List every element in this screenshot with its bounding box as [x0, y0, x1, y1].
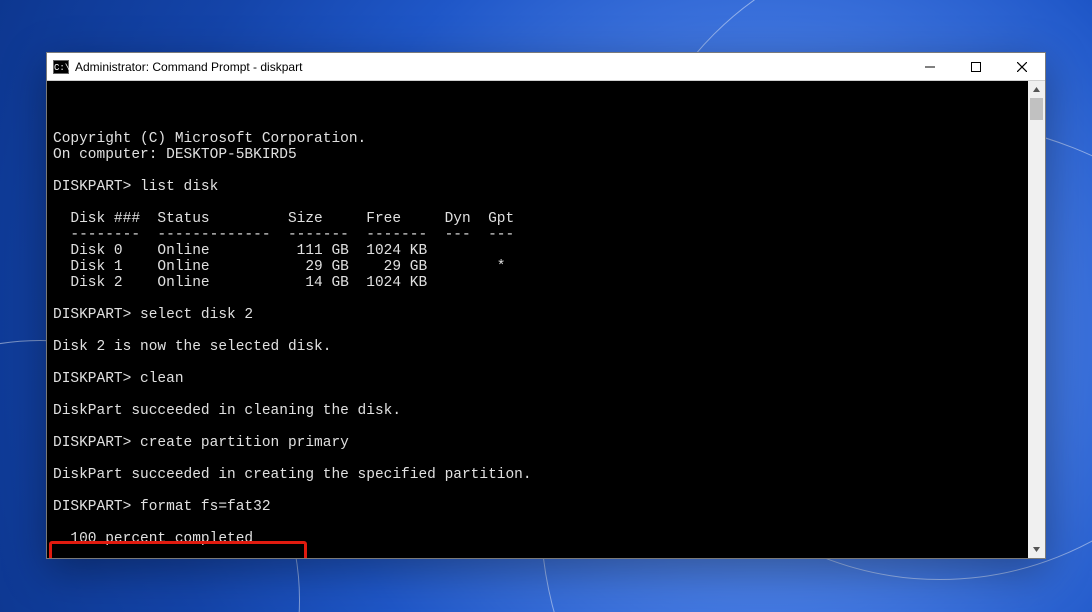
terminal-line — [53, 515, 1028, 531]
titlebar[interactable]: C:\ Administrator: Command Prompt - disk… — [47, 53, 1045, 81]
terminal-line — [53, 163, 1028, 179]
terminal-line: Disk 2 Online 14 GB 1024 KB — [53, 275, 1028, 291]
terminal-line — [53, 419, 1028, 435]
terminal-line: DISKPART> clean — [53, 371, 1028, 387]
terminal-line: Disk 0 Online 111 GB 1024 KB — [53, 243, 1028, 259]
terminal-line: DiskPart succeeded in cleaning the disk. — [53, 403, 1028, 419]
scrollbar-thumb[interactable] — [1030, 98, 1043, 120]
maximize-button[interactable] — [953, 53, 999, 81]
terminal-line: DISKPART> list disk — [53, 179, 1028, 195]
terminal-line — [53, 291, 1028, 307]
scrollbar-track[interactable] — [1028, 98, 1045, 541]
terminal-line — [53, 387, 1028, 403]
terminal-line: Disk ### Status Size Free Dyn Gpt — [53, 211, 1028, 227]
terminal-line: DiskPart succeeded in creating the speci… — [53, 467, 1028, 483]
terminal-line: On computer: DESKTOP-5BKIRD5 — [53, 147, 1028, 163]
terminal-line — [53, 195, 1028, 211]
terminal-line: DISKPART> select disk 2 — [53, 307, 1028, 323]
terminal-line — [53, 547, 1028, 558]
terminal-line — [53, 323, 1028, 339]
terminal-line: Copyright (C) Microsoft Corporation. — [53, 131, 1028, 147]
terminal-line: DISKPART> create partition primary — [53, 435, 1028, 451]
terminal-line: 100 percent completed — [53, 531, 1028, 547]
terminal-line: -------- ------------- ------- ------- -… — [53, 227, 1028, 243]
window-title: Administrator: Command Prompt - diskpart — [75, 60, 302, 74]
terminal-line — [53, 355, 1028, 371]
cmd-icon: C:\ — [53, 60, 69, 74]
terminal-output[interactable]: Copyright (C) Microsoft Corporation.On c… — [47, 81, 1028, 558]
vertical-scrollbar[interactable] — [1028, 81, 1045, 558]
terminal-line — [53, 483, 1028, 499]
close-button[interactable] — [999, 53, 1045, 81]
terminal-line — [53, 451, 1028, 467]
minimize-button[interactable] — [907, 53, 953, 81]
client-area: Copyright (C) Microsoft Corporation.On c… — [47, 81, 1045, 558]
terminal-line: DISKPART> format fs=fat32 — [53, 499, 1028, 515]
scroll-up-button[interactable] — [1028, 81, 1045, 98]
terminal-line: Disk 2 is now the selected disk. — [53, 339, 1028, 355]
command-prompt-window: C:\ Administrator: Command Prompt - disk… — [46, 52, 1046, 559]
terminal-line: Disk 1 Online 29 GB 29 GB * — [53, 259, 1028, 275]
scroll-down-button[interactable] — [1028, 541, 1045, 558]
